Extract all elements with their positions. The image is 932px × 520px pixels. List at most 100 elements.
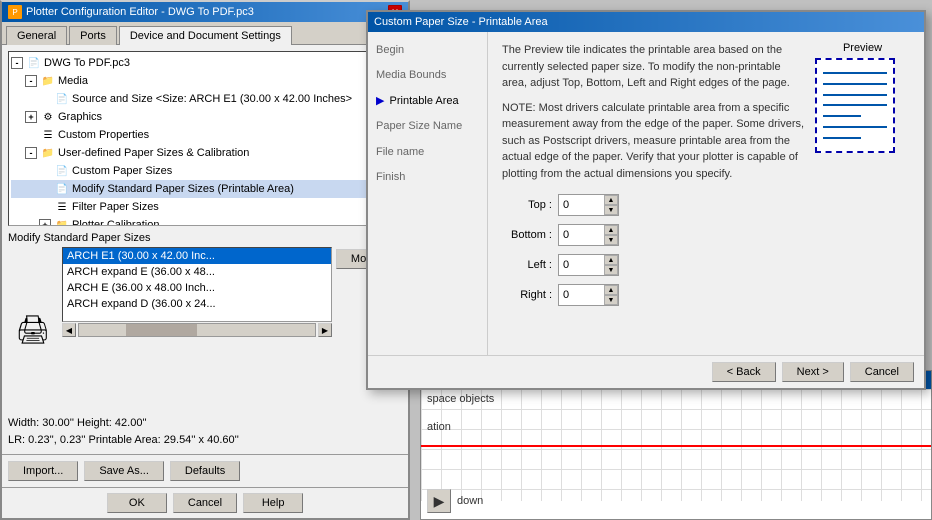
right-main: The Preview tile indicates the printable… (488, 32, 924, 355)
left-spin-down[interactable]: ▼ (604, 265, 618, 275)
wizard-arrow: ▶ (376, 95, 384, 107)
wizard-step-finish[interactable]: Finish (368, 165, 487, 190)
wizard-step-paper-name[interactable]: Paper Size Name (368, 114, 487, 139)
modify-inner: 🖨 ARCH E1 (30.00 x 42.00 Inc... ARCH exp… (8, 247, 402, 411)
tree-label-custom-paper: Custom Paper Sizes (72, 165, 172, 177)
left-label: Left : (502, 259, 552, 271)
bg-text-space-objects: space objects (427, 393, 494, 405)
folder-icon-user-def (40, 145, 56, 161)
wizard-step-begin[interactable]: Begin (368, 38, 487, 63)
expand-icon-root[interactable]: - (11, 57, 23, 69)
list-item-2[interactable]: ARCH E (36.00 x 48.00 Inch... (63, 280, 331, 296)
top-spin-up[interactable]: ▲ (604, 195, 618, 205)
bottom-import-row: Import... Save As... Defaults (2, 454, 408, 487)
tree-item-graphics[interactable]: + Graphics (11, 108, 399, 126)
preview-line-2 (823, 83, 887, 85)
list-item-0[interactable]: ARCH E1 (30.00 x 42.00 Inc... (63, 248, 331, 264)
defaults-button[interactable]: Defaults (170, 461, 240, 481)
right-input-wrap: ▲ ▼ (558, 284, 619, 306)
wizard-step-file-label: File name (376, 146, 424, 158)
tab-general[interactable]: General (6, 26, 67, 45)
right-label: Right : (502, 289, 552, 301)
width-height-info: Width: 30.00'' Height: 42.00'' (8, 415, 402, 432)
paper-list-area: ARCH E1 (30.00 x 42.00 Inc... ARCH expan… (62, 247, 332, 411)
left-spin: ▲ ▼ (604, 255, 618, 275)
top-spin-down[interactable]: ▼ (604, 205, 618, 215)
top-input[interactable] (559, 195, 604, 215)
modify-section-title: Modify Standard Paper Sizes (8, 232, 402, 244)
icon-area: 🖨 (8, 247, 58, 411)
wizard-step-media-bounds[interactable]: Media Bounds (368, 63, 487, 88)
field-row-right: Right : ▲ ▼ (502, 284, 910, 306)
bottom-spin-up[interactable]: ▲ (604, 225, 618, 235)
import-button[interactable]: Import... (8, 461, 78, 481)
title-bar-left: P Plotter Configuration Editor - DWG To … (8, 5, 254, 19)
tree-item-custom-props[interactable]: Custom Properties (11, 126, 399, 144)
save-as-button[interactable]: Save As... (84, 461, 164, 481)
tree-item-filter[interactable]: Filter Paper Sizes (11, 198, 399, 216)
tab-ports[interactable]: Ports (69, 26, 117, 45)
bg-lower: ▶ down (427, 489, 483, 513)
expand-icon-cal[interactable]: + (39, 219, 51, 226)
wizard-step-printable-label: Printable Area (390, 95, 459, 107)
doc-icon-root (26, 55, 42, 71)
wizard-step-finish-label: Finish (376, 171, 405, 183)
left-input[interactable] (559, 255, 604, 275)
right-spin-up[interactable]: ▲ (604, 285, 618, 295)
doc-icon-custom-paper (54, 163, 70, 179)
tree-label-plotter-cal: Plotter Calibration (72, 219, 159, 226)
tree-area[interactable]: - DWG To PDF.pc3 - Media Source and Size… (8, 51, 402, 226)
description-text-2: NOTE: Most drivers calculate printable a… (502, 100, 805, 183)
right-bottom: < Back Next > Cancel (368, 355, 924, 388)
tree-label-source: Source and Size <Size: ARCH E1 (30.00 x … (72, 93, 352, 105)
description-text-1: The Preview tile indicates the printable… (502, 42, 805, 92)
wizard-step-printable-area[interactable]: ▶ Printable Area (368, 89, 487, 114)
tree-item-media[interactable]: - Media (11, 72, 399, 90)
right-cancel-button[interactable]: Cancel (850, 362, 914, 382)
ok-button[interactable]: OK (107, 493, 167, 513)
tree-label-filter: Filter Paper Sizes (72, 201, 159, 213)
bg-content: space objects ation ▶ down (421, 389, 931, 519)
preview-line-4 (823, 104, 887, 106)
left-title-bar: P Plotter Configuration Editor - DWG To … (2, 2, 408, 22)
help-button[interactable]: Help (243, 493, 303, 513)
buttons-left: Import... Save As... Defaults (8, 461, 240, 481)
expand-icon-user-def[interactable]: - (25, 147, 37, 159)
next-button[interactable]: Next > (782, 362, 844, 382)
tree-item-user-def[interactable]: - User-defined Paper Sizes & Calibration (11, 144, 399, 162)
panel-content: - DWG To PDF.pc3 - Media Source and Size… (2, 45, 408, 454)
tree-label-user-def: User-defined Paper Sizes & Calibration (58, 147, 249, 159)
scroll-bar[interactable] (78, 323, 316, 337)
expand-icon-graphics[interactable]: + (25, 111, 37, 123)
back-button[interactable]: < Back (712, 362, 776, 382)
expand-icon-media[interactable]: - (25, 75, 37, 87)
preview-line-5 (823, 115, 861, 117)
wizard-step-file-name[interactable]: File name (368, 140, 487, 165)
bg-dropdown-label: down (457, 495, 483, 507)
printer-icon: 🖨 (13, 309, 53, 349)
bottom-input[interactable] (559, 225, 604, 245)
right-spin-down[interactable]: ▼ (604, 295, 618, 305)
tree-item-plotter-cal[interactable]: + Plotter Calibration (11, 216, 399, 226)
preview-line-3 (823, 94, 887, 96)
small-icon-button[interactable]: ▶ (427, 489, 451, 513)
tree-item-modify-std[interactable]: Modify Standard Paper Sizes (Printable A… (11, 180, 399, 198)
paper-list[interactable]: ARCH E1 (30.00 x 42.00 Inc... ARCH expan… (62, 247, 332, 322)
left-spin-up[interactable]: ▲ (604, 255, 618, 265)
right-input[interactable] (559, 285, 604, 305)
right-panel-title: Custom Paper Size - Printable Area (374, 16, 548, 28)
list-item-3[interactable]: ARCH expand D (36.00 x 24... (63, 296, 331, 312)
bottom-spin-down[interactable]: ▼ (604, 235, 618, 245)
preview-label: Preview (815, 42, 910, 54)
desc-preview-row: The Preview tile indicates the printable… (502, 42, 910, 190)
scroll-right-btn[interactable]: ▶ (318, 323, 332, 337)
tree-item-source[interactable]: Source and Size <Size: ARCH E1 (30.00 x … (11, 90, 399, 108)
scroll-left-btn[interactable]: ◀ (62, 323, 76, 337)
tree-item-custom-paper[interactable]: Custom Paper Sizes (11, 162, 399, 180)
right-title-bar: Custom Paper Size - Printable Area (368, 12, 924, 32)
tree-item-root[interactable]: - DWG To PDF.pc3 (11, 54, 399, 72)
left-cancel-button[interactable]: Cancel (173, 493, 237, 513)
list-item-1[interactable]: ARCH expand E (36.00 x 48... (63, 264, 331, 280)
right-spin: ▲ ▼ (604, 285, 618, 305)
tab-device-settings[interactable]: Device and Document Settings (119, 26, 292, 45)
